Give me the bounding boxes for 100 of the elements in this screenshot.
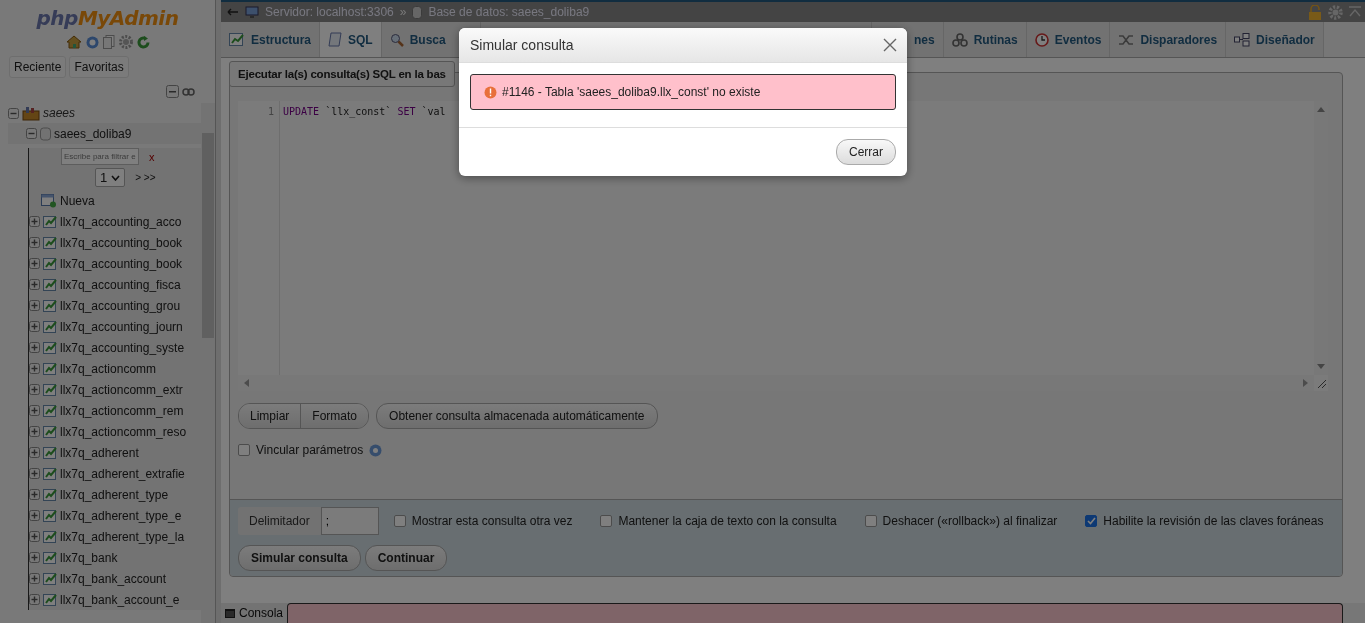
expand-icon[interactable]: [29, 405, 40, 416]
scroll-down-icon[interactable]: [1317, 364, 1325, 370]
table-icon[interactable]: [43, 572, 57, 585]
table-link[interactable]: llx7q_accounting_fisca: [60, 277, 181, 292]
submit-button[interactable]: Continuar: [364, 545, 448, 571]
expand-icon[interactable]: [29, 300, 40, 311]
editor-button[interactable]: Limpiar: [239, 404, 301, 428]
expand-icon[interactable]: [29, 342, 40, 353]
page-nav-link[interactable]: > >>: [135, 172, 156, 183]
collapse-icon[interactable]: [26, 128, 37, 139]
table-link[interactable]: llx7q_adherent_extrafie: [60, 466, 185, 481]
expand-icon[interactable]: [29, 510, 40, 521]
table-icon[interactable]: [43, 593, 57, 606]
expand-icon[interactable]: [29, 258, 40, 269]
scroll-up-icon[interactable]: [1317, 106, 1325, 112]
table-icon[interactable]: [43, 404, 57, 417]
table-link[interactable]: llx7q_accounting_book: [60, 235, 183, 250]
logo[interactable]: phpMyAdmin: [36, 6, 179, 30]
scrollbar[interactable]: [201, 103, 215, 623]
link-icon[interactable]: [182, 87, 195, 96]
clear-filter-link[interactable]: x: [149, 150, 155, 163]
table-link[interactable]: llx7q_actioncomm_rem: [60, 403, 184, 418]
submit-button[interactable]: Simular consulta: [238, 545, 361, 571]
expand-icon[interactable]: [29, 447, 40, 458]
resize-handle-icon[interactable]: [1316, 378, 1326, 388]
help-icon[interactable]: [85, 35, 99, 49]
checkbox[interactable]: [238, 444, 250, 456]
help-icon[interactable]: [369, 443, 383, 457]
table-icon[interactable]: [43, 467, 57, 480]
tab[interactable]: Diseñador: [1226, 22, 1324, 57]
settings-icon[interactable]: [1328, 4, 1343, 20]
table-link[interactable]: llx7q_actioncomm_reso: [60, 424, 187, 439]
checkbox[interactable]: [600, 515, 613, 527]
expand-icon[interactable]: [29, 279, 40, 290]
table-icon[interactable]: [43, 425, 57, 438]
table-icon[interactable]: [43, 215, 57, 228]
expand-icon[interactable]: [29, 363, 40, 374]
table-link[interactable]: llx7q_adherent_type_e: [60, 508, 182, 523]
table-link[interactable]: llx7q_bank_account_e: [60, 592, 180, 607]
table-icon[interactable]: [43, 299, 57, 312]
table-icon[interactable]: [43, 236, 57, 249]
expand-icon[interactable]: [29, 237, 40, 248]
expand-icon[interactable]: [29, 531, 40, 542]
table-icon[interactable]: [43, 509, 57, 522]
lock-icon[interactable]: [1308, 4, 1322, 20]
table-link[interactable]: llx7q_accounting_grou: [60, 298, 181, 313]
expand-icon[interactable]: [29, 594, 40, 605]
delimiter-field[interactable]: ;: [320, 507, 379, 535]
table-icon[interactable]: [43, 341, 57, 354]
table-icon[interactable]: [43, 278, 57, 291]
table-link[interactable]: llx7q_adherent_type: [60, 487, 169, 502]
table-icon[interactable]: [43, 362, 57, 375]
table-icon[interactable]: [43, 551, 57, 564]
table-link[interactable]: llx7q_actioncomm: [60, 361, 157, 376]
checkbox[interactable]: [393, 515, 406, 527]
expand-icon[interactable]: [29, 573, 40, 584]
document-icon[interactable]: [102, 35, 115, 49]
tab[interactable]: Rutinas: [943, 22, 1027, 57]
server-label[interactable]: saees: [43, 106, 76, 120]
table-link[interactable]: llx7q_accounting_syste: [60, 340, 185, 355]
table-icon[interactable]: [43, 320, 57, 333]
expand-icon[interactable]: [29, 384, 40, 395]
home-icon[interactable]: [65, 35, 82, 49]
table-link[interactable]: llx7q_adherent_type_la: [60, 529, 185, 544]
tab[interactable]: Disparadores: [1110, 22, 1227, 57]
table-link[interactable]: llx7q_bank_account: [60, 571, 167, 586]
back-arrow-icon[interactable]: [227, 7, 239, 17]
table-link[interactable]: llx7q_accounting_book: [60, 256, 183, 271]
stored-query-button[interactable]: Obtener consulta almacenada automáticamente: [376, 403, 658, 429]
close-button[interactable]: Cerrar: [836, 139, 896, 165]
expand-icon[interactable]: [29, 552, 40, 563]
expand-icon[interactable]: [29, 426, 40, 437]
page-select[interactable]: 1: [95, 168, 126, 187]
tab[interactable]: Estructura: [221, 22, 321, 57]
table-icon[interactable]: [43, 488, 57, 501]
table-link[interactable]: llx7q_actioncomm_extr: [60, 382, 183, 397]
new-table-link[interactable]: Nueva: [60, 193, 95, 208]
expand-icon[interactable]: [29, 489, 40, 500]
checkbox[interactable]: [864, 515, 877, 527]
reload-icon[interactable]: [136, 35, 150, 49]
console-tab[interactable]: Consola: [221, 603, 288, 623]
table-icon[interactable]: [43, 383, 57, 396]
table-link[interactable]: llx7q_accounting_acco: [60, 214, 182, 229]
table-link[interactable]: llx7q_accounting_journ: [60, 319, 183, 334]
nav-button[interactable]: Reciente: [9, 56, 67, 78]
settings-icon[interactable]: [118, 35, 133, 49]
collapse-icon[interactable]: [8, 107, 19, 119]
expand-icon[interactable]: [29, 321, 40, 332]
nav-button[interactable]: Favoritas: [69, 56, 129, 78]
close-icon[interactable]: [883, 38, 897, 52]
tab[interactable]: Eventos: [1026, 22, 1111, 57]
editor-button[interactable]: Formato: [300, 404, 369, 428]
table-link[interactable]: llx7q_adherent: [60, 445, 139, 460]
expand-icon[interactable]: [29, 216, 40, 227]
tab[interactable]: SQL: [320, 22, 382, 57]
table-icon[interactable]: [43, 257, 57, 270]
table-icon[interactable]: [43, 530, 57, 543]
checkbox[interactable]: [1085, 515, 1098, 527]
expand-icon[interactable]: [29, 468, 40, 479]
collapse-icon[interactable]: [166, 85, 179, 98]
